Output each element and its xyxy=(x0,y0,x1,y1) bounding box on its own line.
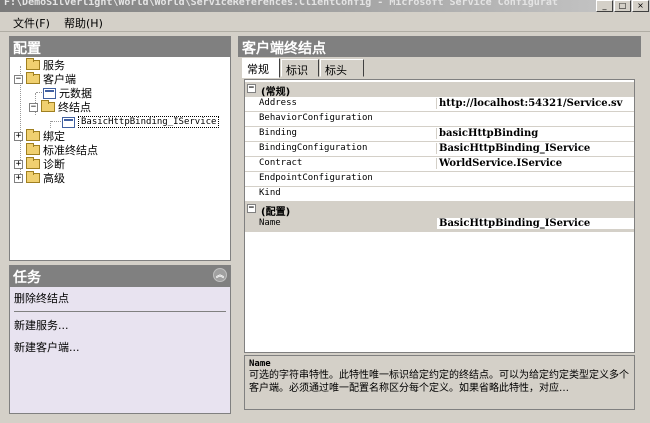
expand-icon[interactable]: + xyxy=(14,131,23,141)
folder-icon xyxy=(26,157,40,169)
property-row-contract[interactable]: Contract WorldService.IService xyxy=(245,157,634,172)
document-icon xyxy=(43,87,56,99)
tasks-panel-title: 任务 xyxy=(13,270,41,286)
description-text: 可选的字符串特性。此特性唯一标识给定约定的终结点。可以为给定约定类型定义多个客户… xyxy=(249,370,629,394)
collapse-panel-icon[interactable]: ︽ xyxy=(213,268,227,282)
property-name: BindingConfiguration xyxy=(259,143,368,153)
expand-icon[interactable]: + xyxy=(14,173,23,183)
collapse-icon[interactable]: − xyxy=(247,204,256,213)
category-label: (常规) xyxy=(261,87,291,98)
menu-help[interactable]: 帮助(H) xyxy=(64,15,103,31)
property-value[interactable]: BasicHttpBinding_IService xyxy=(436,143,634,154)
property-name: Binding xyxy=(259,128,297,138)
folder-icon xyxy=(26,171,40,183)
window-controls: _ □ × xyxy=(596,0,649,12)
config-panel-title: 配置 xyxy=(13,41,41,57)
tree-item-label: 终结点 xyxy=(58,101,91,114)
tab-headers[interactable]: 标头 xyxy=(320,59,364,77)
property-row-binding-configuration[interactable]: BindingConfiguration BasicHttpBinding_IS… xyxy=(245,142,634,157)
tree-item-bindings[interactable]: + 绑定 xyxy=(14,129,65,143)
tree-item-client[interactable]: − 客户端 xyxy=(14,72,76,86)
tree-item-metadata[interactable]: 元数据 xyxy=(43,86,92,100)
menu-bar: 文件(F) 帮助(H) xyxy=(0,12,650,32)
category-general[interactable]: − (常规) xyxy=(245,82,634,98)
task-new-client[interactable]: 新建客户端... xyxy=(14,339,80,355)
tree-item-services[interactable]: 服务 xyxy=(14,58,65,72)
close-icon[interactable]: × xyxy=(632,0,649,12)
window-title: F:\DemoSilverlight\World\World\ServiceRe… xyxy=(4,0,558,8)
category-label: (配置) xyxy=(261,207,291,218)
maximize-icon[interactable]: □ xyxy=(614,0,631,12)
task-delete-endpoint[interactable]: 删除终结点 xyxy=(14,290,69,306)
property-name: Address xyxy=(259,98,297,108)
property-value[interactable]: basicHttpBinding xyxy=(436,128,634,139)
tab-identity[interactable]: 标识 xyxy=(281,59,319,77)
task-divider xyxy=(14,311,226,312)
property-row-name[interactable]: Name BasicHttpBinding_IService xyxy=(245,217,634,232)
property-row-kind[interactable]: Kind xyxy=(245,187,634,202)
property-row-behavior-configuration[interactable]: BehaviorConfiguration xyxy=(245,112,634,127)
folder-icon xyxy=(26,129,40,141)
menu-file[interactable]: 文件(F) xyxy=(13,15,50,31)
expand-icon[interactable]: + xyxy=(14,159,23,169)
folder-icon xyxy=(26,72,40,84)
property-row-endpoint-configuration[interactable]: EndpointConfiguration xyxy=(245,172,634,187)
tree-item-label: BasicHttpBinding_IService xyxy=(78,116,220,128)
collapse-icon[interactable]: − xyxy=(29,102,38,112)
tree-item-diagnostics[interactable]: + 诊断 xyxy=(14,157,65,171)
config-tree: 服务 − 客户端 元数据 − 终结点 BasicHttpBinding_ISer… xyxy=(9,56,231,261)
tasks-panel: 删除终结点 新建服务... 新建客户端... xyxy=(9,286,231,414)
endpoint-panel-header: 客户端终结点 xyxy=(238,36,641,57)
title-bar: F:\DemoSilverlight\World\World\ServiceRe… xyxy=(0,0,650,12)
tree-item-label: 高级 xyxy=(43,172,65,185)
tasks-panel-header: 任务 ︽ xyxy=(9,265,231,286)
tree-connector xyxy=(50,121,51,128)
tree-item-advanced[interactable]: + 高级 xyxy=(14,171,65,185)
tree-item-standard-endpoints[interactable]: 标准终结点 xyxy=(14,143,98,157)
property-grid: − (常规) Address http://localhost:54321/Se… xyxy=(244,79,635,353)
property-value[interactable]: http://localhost:54321/Service.sv xyxy=(436,98,634,109)
property-name: Kind xyxy=(259,188,281,198)
folder-icon xyxy=(41,100,55,112)
config-panel-header: 配置 xyxy=(9,36,231,57)
property-name: BehaviorConfiguration xyxy=(259,113,373,123)
collapse-icon[interactable]: − xyxy=(247,84,256,93)
description-title: Name xyxy=(249,359,271,369)
property-row-address[interactable]: Address http://localhost:54321/Service.s… xyxy=(245,97,634,112)
document-icon xyxy=(62,116,75,128)
property-name: Name xyxy=(259,218,281,228)
collapse-icon[interactable]: − xyxy=(14,74,23,84)
property-description: Name 可选的字符串特性。此特性唯一标识给定约定的终结点。可以为给定约定类型定… xyxy=(244,355,635,410)
tree-item-basichttpbinding-iservice[interactable]: BasicHttpBinding_IService xyxy=(62,115,220,129)
folder-icon xyxy=(26,58,40,70)
property-name: Contract xyxy=(259,158,303,168)
minimize-icon[interactable]: _ xyxy=(596,0,613,12)
property-name: EndpointConfiguration xyxy=(259,173,373,183)
property-row-binding[interactable]: Binding basicHttpBinding xyxy=(245,127,634,142)
property-value[interactable]: WorldService.IService xyxy=(436,158,634,169)
property-value[interactable]: BasicHttpBinding_IService xyxy=(436,218,634,229)
category-configuration[interactable]: − (配置) xyxy=(245,202,634,218)
tree-item-endpoints[interactable]: − 终结点 xyxy=(29,100,91,114)
folder-icon xyxy=(26,143,40,155)
task-new-service[interactable]: 新建服务... xyxy=(14,317,69,333)
endpoint-panel-title: 客户端终结点 xyxy=(242,41,326,57)
tab-general[interactable]: 常规 xyxy=(242,58,280,78)
